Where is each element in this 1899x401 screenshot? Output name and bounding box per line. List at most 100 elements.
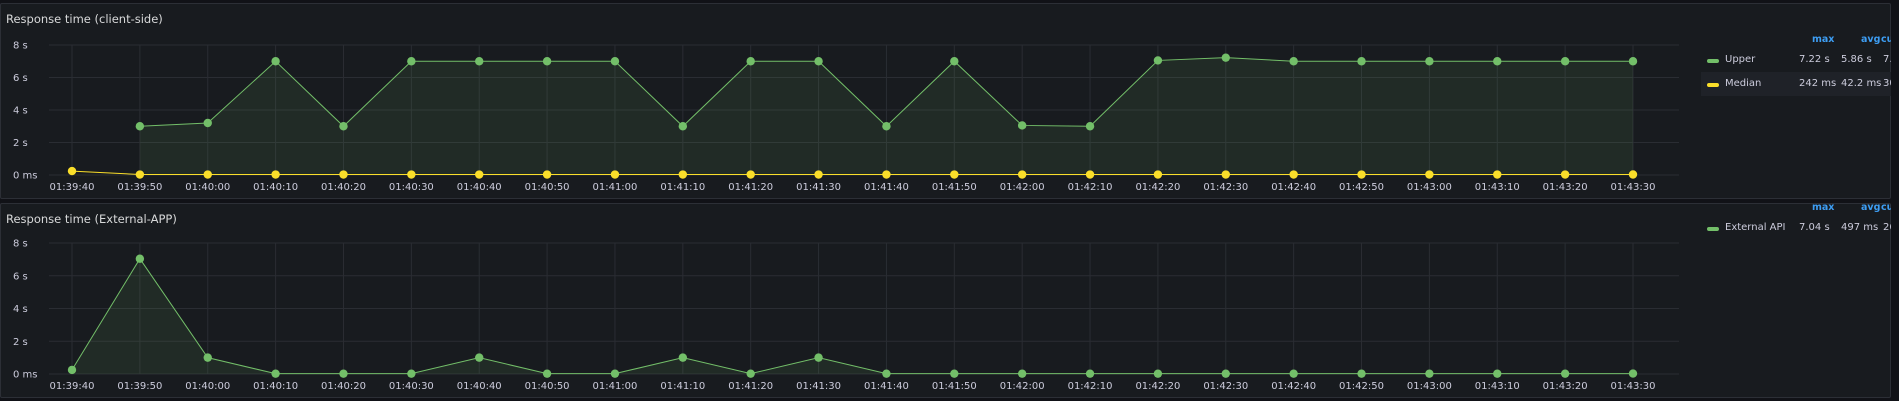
x-tick-label: 01:40:10: [253, 381, 298, 392]
x-tick-label: 01:40:20: [321, 381, 366, 392]
data-point: [1221, 369, 1230, 378]
data-point: [814, 353, 823, 362]
data-point: [1289, 57, 1298, 66]
legend-avg-value: 42.2 ms: [1841, 78, 1882, 89]
data-point: [678, 353, 688, 362]
x-tick-label: 01:40:50: [525, 182, 570, 193]
x-tick-label: 01:42:10: [1068, 381, 1113, 392]
data-point: [1017, 170, 1027, 179]
data-point: [135, 122, 145, 131]
y-tick-label: 6 s: [13, 73, 28, 84]
x-tick-label: 01:43:30: [1611, 182, 1656, 193]
x-tick-label: 01:40:40: [457, 182, 502, 193]
data-point: [1221, 53, 1230, 62]
data-point: [610, 369, 620, 378]
legend-header-avg[interactable]: avg: [1861, 202, 1880, 213]
data-point: [1153, 56, 1163, 65]
x-tick-label: 01:41:30: [796, 381, 841, 392]
data-point: [1153, 170, 1163, 179]
legend-header-current[interactable]: current: [1881, 202, 1891, 213]
legend-header-max[interactable]: max: [1812, 202, 1834, 213]
x-tick-label: 01:43:20: [1543, 381, 1588, 392]
legend-row-median[interactable]: Median 242 ms 42.2 ms 30.3 ms: [1701, 72, 1891, 96]
legend-header: max avg current: [1701, 32, 1891, 48]
x-tick-label: 01:40:00: [185, 182, 230, 193]
data-point: [1357, 369, 1366, 378]
legend-swatch-median: [1707, 83, 1719, 87]
data-point: [407, 57, 416, 66]
data-point: [746, 369, 755, 378]
y-tick-label: 4 s: [13, 106, 28, 117]
data-point: [746, 170, 755, 179]
y-tick-label: 4 s: [13, 304, 28, 315]
y-tick-label: 8 s: [13, 239, 28, 250]
legend-max-value: 7.22 s: [1799, 54, 1830, 65]
legend-max-value: 242 ms: [1799, 78, 1837, 89]
x-tick-label: 01:41:00: [592, 381, 637, 392]
x-tick-label: 01:43:20: [1543, 182, 1588, 193]
x-tick-label: 01:42:20: [1135, 381, 1180, 392]
x-tick-label: 01:40:30: [389, 182, 434, 193]
legend-header-current[interactable]: current: [1881, 34, 1891, 45]
x-tick-label: 01:40:30: [389, 381, 434, 392]
legend-series-name: External API: [1725, 222, 1786, 233]
x-tick-label: 01:41:10: [660, 182, 705, 193]
data-point: [814, 57, 823, 66]
x-tick-label: 01:42:30: [1203, 182, 1248, 193]
data-point: [882, 369, 891, 378]
legend-client-side: max avg current Upper 7.22 s 5.86 s 7.07…: [1701, 32, 1891, 96]
data-point: [1221, 170, 1230, 179]
data-point: [1289, 369, 1298, 378]
data-point: [1560, 57, 1570, 66]
data-point: [67, 166, 77, 176]
x-tick-label: 01:41:00: [592, 182, 637, 193]
panel-external-app: Response time (External-APP) 0 ms 2 s4 s6…: [0, 202, 1891, 398]
x-tick-label: 01:41:50: [932, 381, 977, 392]
data-point: [882, 122, 891, 131]
legend-swatch-external-api: [1707, 227, 1719, 231]
x-tick-label: 01:41:40: [864, 381, 909, 392]
x-tick-label: 01:43:00: [1407, 381, 1452, 392]
data-point: [1628, 170, 1638, 179]
data-point: [67, 365, 77, 375]
x-tick-label: 01:42:50: [1339, 381, 1384, 392]
data-point: [1493, 170, 1502, 179]
data-point: [203, 353, 212, 362]
data-point: [1085, 170, 1095, 179]
x-tick-label: 01:42:40: [1271, 182, 1316, 193]
data-point: [678, 122, 688, 131]
legend-swatch-upper: [1707, 59, 1719, 63]
y-tick-label: 0 ms: [13, 370, 38, 381]
data-point: [339, 369, 348, 378]
x-tick-label: 01:40:40: [457, 381, 502, 392]
data-point: [271, 57, 280, 66]
x-tick-label: 01:40:00: [185, 381, 230, 392]
data-point: [203, 170, 212, 179]
data-point: [1628, 57, 1638, 66]
data-point: [542, 57, 552, 66]
y-tick-label: 2 s: [13, 138, 28, 149]
data-point: [1493, 57, 1502, 66]
data-point: [135, 170, 145, 179]
chart-external-app: 0 ms 2 s 4 s 6 s 8 s 01:39:40 01:39:50 01:40:00…: [13, 239, 1679, 392]
legend-current-value: 30.3 ms: [1883, 78, 1891, 89]
x-tick-label: 01:42:00: [1000, 381, 1045, 392]
data-point: [1425, 170, 1434, 179]
legend-header-avg[interactable]: avg: [1861, 34, 1880, 45]
x-tick-label: 01:41:50: [932, 182, 977, 193]
data-point: [542, 170, 552, 179]
legend-current-value: 26.1 ms: [1883, 222, 1891, 233]
data-point: [339, 170, 348, 179]
legend-header-max[interactable]: max: [1812, 34, 1834, 45]
legend-row-external-api[interactable]: External API 7.04 s 497 ms 26.1 ms: [1701, 216, 1891, 240]
x-tick-label: 01:41:30: [796, 182, 841, 193]
data-point: [814, 170, 823, 179]
data-point: [407, 170, 416, 179]
panel-client-side: Response time (client-side) 0 ms 2 s4 s6 …: [0, 3, 1891, 199]
data-point: [882, 170, 891, 179]
data-point: [1017, 121, 1027, 130]
data-point: [746, 57, 755, 66]
data-point: [542, 369, 552, 378]
legend-row-upper[interactable]: Upper 7.22 s 5.86 s 7.07 s: [1701, 48, 1891, 72]
legend-current-value: 7.07 s: [1883, 54, 1891, 65]
